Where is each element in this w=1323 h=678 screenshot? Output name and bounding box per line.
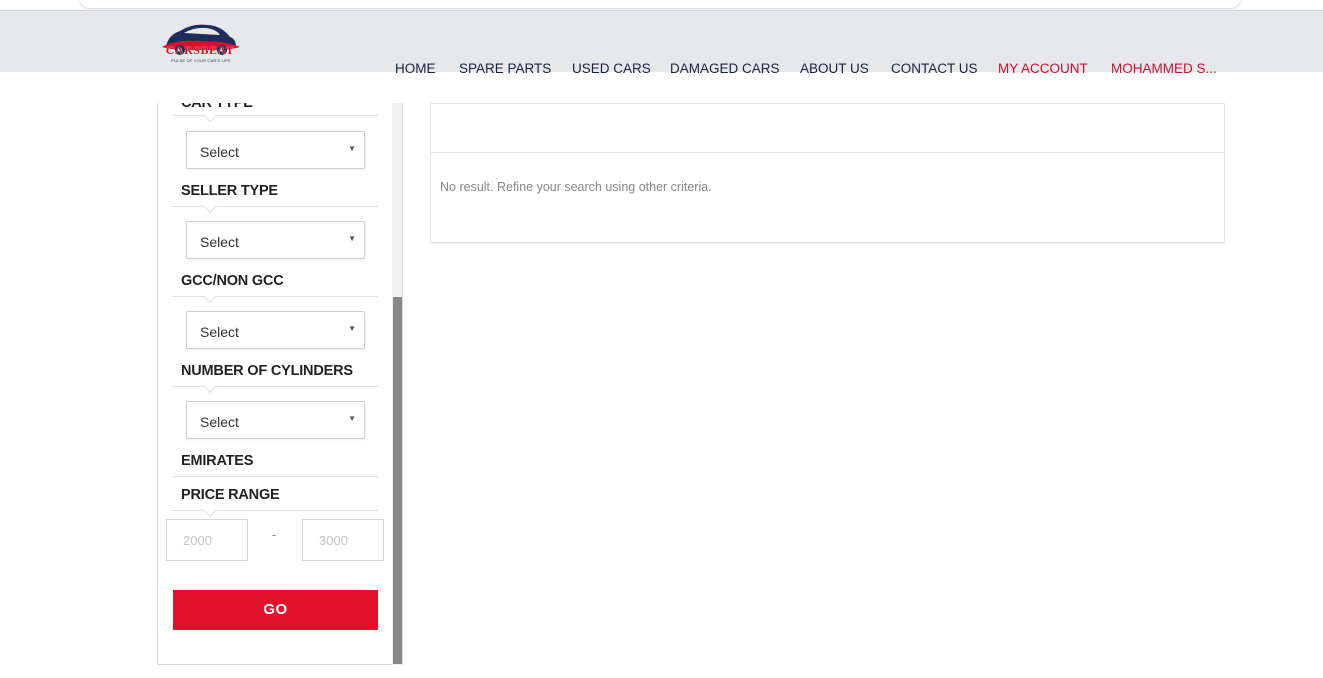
car-type-select[interactable]: Select ▼ — [186, 131, 365, 169]
price-min-input[interactable] — [166, 519, 248, 561]
browser-top-strip — [0, 0, 1323, 11]
cylinders-title: NUMBER OF CYLINDERS — [181, 363, 353, 379]
nav-used-cars[interactable]: USED CARS — [572, 61, 651, 77]
price-max-input[interactable] — [302, 519, 384, 561]
cylinders-value: Select — [200, 414, 239, 430]
results-divider — [431, 152, 1224, 153]
seller-type-select[interactable]: Select ▼ — [186, 221, 365, 259]
cylinders-select[interactable]: Select ▼ — [186, 401, 365, 439]
nav-my-account[interactable]: MY ACCOUNT — [998, 61, 1088, 77]
chevron-down-icon: ▼ — [348, 414, 356, 423]
brand-logo[interactable]: CARSBEAT PULSE OF YOUR CAR'S LIFE — [156, 17, 246, 69]
nav-home[interactable]: HOME — [395, 61, 436, 77]
go-button[interactable]: GO — [173, 590, 378, 630]
address-bar[interactable] — [80, 0, 1240, 8]
car-type-title: CAR TYPE — [181, 103, 253, 111]
nav-damaged-cars[interactable]: DAMAGED CARS — [670, 61, 780, 77]
price-separator: - — [272, 527, 277, 542]
nav-about-us[interactable]: ABOUT US — [800, 61, 869, 77]
sidebar-scrollbar-thumb[interactable] — [393, 297, 402, 664]
gcc-title: GCC/NON GCC — [181, 273, 284, 289]
price-range-title: PRICE RANGE — [181, 487, 280, 503]
brand-name: CARSBEAT — [165, 43, 235, 57]
nav-user-menu[interactable]: MOHAMMED S... — [1111, 61, 1217, 77]
seller-type-title: SELLER TYPE — [181, 183, 278, 199]
brand-tagline: PULSE OF YOUR CAR'S LIFE — [171, 58, 231, 63]
chevron-down-icon: ▼ — [348, 144, 356, 153]
emirates-title[interactable]: EMIRATES — [181, 453, 253, 469]
car-type-value: Select — [200, 144, 239, 160]
section-divider — [172, 476, 379, 477]
gcc-select[interactable]: Select ▼ — [186, 311, 365, 349]
nav-contact-us[interactable]: CONTACT US — [891, 61, 978, 77]
chevron-down-icon: ▼ — [348, 324, 356, 333]
site-header: CARSBEAT PULSE OF YOUR CAR'S LIFE HOME S… — [0, 11, 1323, 76]
chevron-down-icon: ▼ — [348, 234, 356, 243]
nav-spare-parts[interactable]: SPARE PARTS — [459, 61, 551, 77]
results-panel: No result. Refine your search using othe… — [430, 103, 1225, 243]
gcc-value: Select — [200, 324, 239, 340]
no-results-message: No result. Refine your search using othe… — [440, 180, 712, 194]
seller-type-value: Select — [200, 234, 239, 250]
car-type-title-clip: CAR TYPE — [158, 103, 392, 113]
